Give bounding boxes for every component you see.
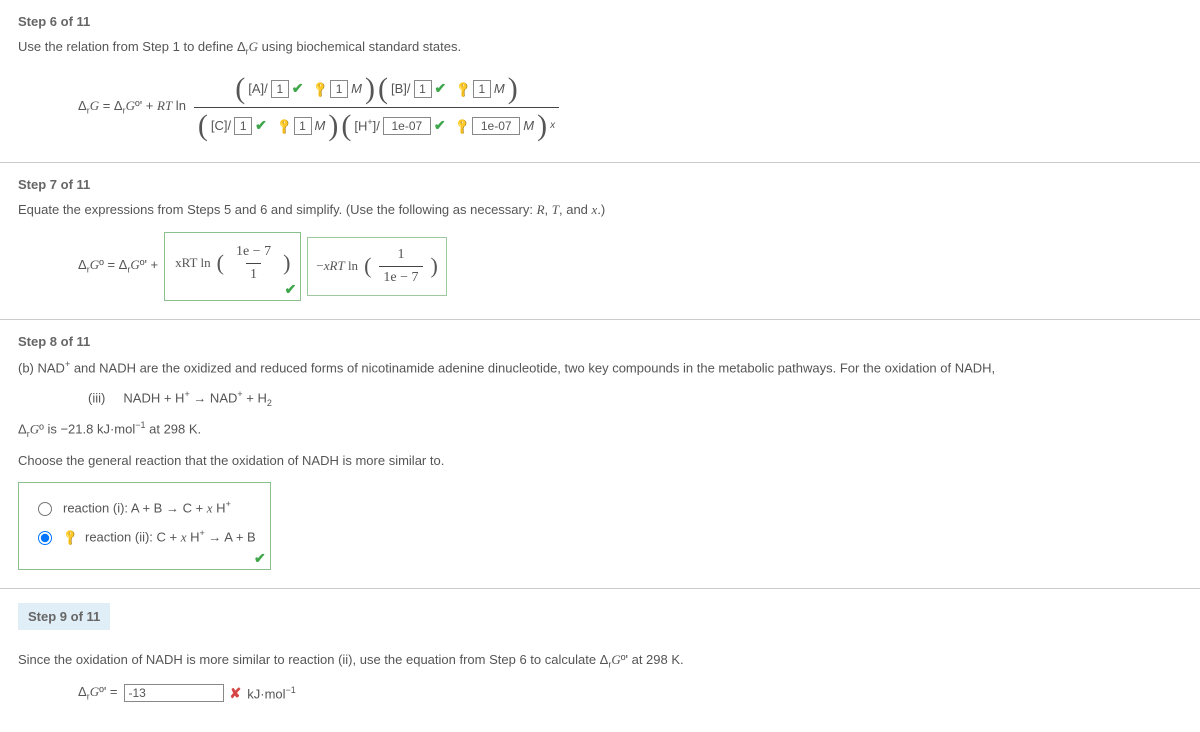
step6-lhs: ΔrG = ΔrGº' + RT ln <box>78 98 186 116</box>
unit-A: M <box>351 81 362 96</box>
label-C: [C]/ <box>211 118 231 133</box>
check-icon: ✔ <box>434 117 446 134</box>
step-7: Step 7 of 11 Equate the expressions from… <box>0 163 1200 319</box>
unit-B: M <box>494 81 505 96</box>
radio-input-2[interactable] <box>38 531 52 545</box>
radio-option-2[interactable]: 🔑 reaction (ii): C + x H+ → A + B <box>33 522 256 551</box>
label-B: [B]/ <box>391 81 411 96</box>
radio-label-2: reaction (ii): C + x H+ → A + B <box>85 528 256 545</box>
step6-fraction: ( [A]/ 1 ✔ 🔑 1 M ) ( [B]/ 1 ✔ 🔑 1 M ) <box>194 71 559 144</box>
step-6-instruction: Use the relation from Step 1 to define Δ… <box>18 39 1182 57</box>
input-B-val[interactable]: 1 <box>414 80 432 98</box>
input-B-key[interactable]: 1 <box>473 80 491 98</box>
unit-H: M <box>523 118 534 133</box>
step7-lhs: ΔrGº = ΔrGº' + <box>78 257 158 275</box>
input-H-val[interactable]: 1e-07 <box>383 117 431 135</box>
check-icon: ✔ <box>285 281 297 298</box>
label-H: [H+]/ <box>354 117 380 133</box>
input-H-key[interactable]: 1e-07 <box>472 117 520 135</box>
step-7-instruction: Equate the expressions from Steps 5 and … <box>18 202 1182 218</box>
step-8-equation: (iii) NADH + H+ → NAD+ + H2 <box>88 389 1182 408</box>
eq-label: (iii) <box>88 390 105 405</box>
input-A-val[interactable]: 1 <box>271 80 289 98</box>
step-9-equation: ΔrGº' = -13 ✘ kJ·mol−1 <box>78 684 1182 702</box>
ans2-num: 1 <box>393 244 408 266</box>
label-A: [A]/ <box>248 81 268 96</box>
step-6: Step 6 of 11 Use the relation from Step … <box>0 0 1200 162</box>
unit-C: M <box>315 118 326 133</box>
step-7-header: Step 7 of 11 <box>18 177 1182 192</box>
check-icon: ✔ <box>292 80 304 97</box>
key-icon: 🔑 <box>452 116 472 136</box>
step-8-dg: ΔrGº is −21.8 kJ·mol−1 at 298 K. <box>18 420 1182 439</box>
step-7-equation: ΔrGº = ΔrGº' + xRT ln ( 1e − 7 1 ) ✔ −xR… <box>78 232 1182 301</box>
ans2-pre: −xRT ln <box>316 258 358 274</box>
radio-input-1[interactable] <box>38 502 52 516</box>
step-8: Step 8 of 11 (b) NAD+ and NADH are the o… <box>0 320 1200 589</box>
cross-icon: ✘ <box>230 685 242 702</box>
step-8-intro: (b) NAD+ and NADH are the oxidized and r… <box>18 359 1182 375</box>
step-9-instruction: Since the oxidation of NADH is more simi… <box>18 652 1182 670</box>
radio-option-1[interactable]: reaction (i): A + B → C + x H+ <box>33 493 256 522</box>
ans1-num: 1e − 7 <box>232 241 275 263</box>
input-C-val[interactable]: 1 <box>234 117 252 135</box>
check-icon: ✔ <box>255 117 267 134</box>
key-icon: 🔑 <box>274 116 294 136</box>
step-6-header: Step 6 of 11 <box>18 14 1182 29</box>
ans1-den: 1 <box>246 263 261 286</box>
step7-answer-2[interactable]: −xRT ln ( 1 1e − 7 ) <box>307 237 446 296</box>
step9-lhs: ΔrGº' = <box>78 684 118 702</box>
step-9-header: Step 9 of 11 <box>18 603 110 630</box>
input-C-key[interactable]: 1 <box>294 117 312 135</box>
step-8-choose: Choose the general reaction that the oxi… <box>18 453 1182 468</box>
exponent-x: x <box>550 120 555 131</box>
check-icon: ✔ <box>254 550 266 567</box>
check-icon: ✔ <box>435 80 447 97</box>
step9-unit: kJ·mol−1 <box>247 685 296 701</box>
step9-input[interactable]: -13 <box>124 684 224 702</box>
step-9: Step 9 of 11 Since the oxidation of NADH… <box>0 589 1200 732</box>
key-icon: 🔑 <box>453 79 473 99</box>
step-6-equation: ΔrG = ΔrGº' + RT ln ( [A]/ 1 ✔ 🔑 1 M ) (… <box>78 71 1182 144</box>
radio-label-1: reaction (i): A + B → C + x H+ <box>63 499 231 516</box>
key-icon: 🔑 <box>310 79 330 99</box>
ans1-pre: xRT ln <box>175 255 210 271</box>
ans2-den: 1e − 7 <box>379 266 422 289</box>
key-icon: 🔑 <box>60 527 80 547</box>
step8-radio-group: reaction (i): A + B → C + x H+ 🔑 reactio… <box>18 482 271 571</box>
input-A-key[interactable]: 1 <box>330 80 348 98</box>
step7-answer-1[interactable]: xRT ln ( 1e − 7 1 ) ✔ <box>164 232 301 301</box>
step-8-header: Step 8 of 11 <box>18 334 1182 349</box>
